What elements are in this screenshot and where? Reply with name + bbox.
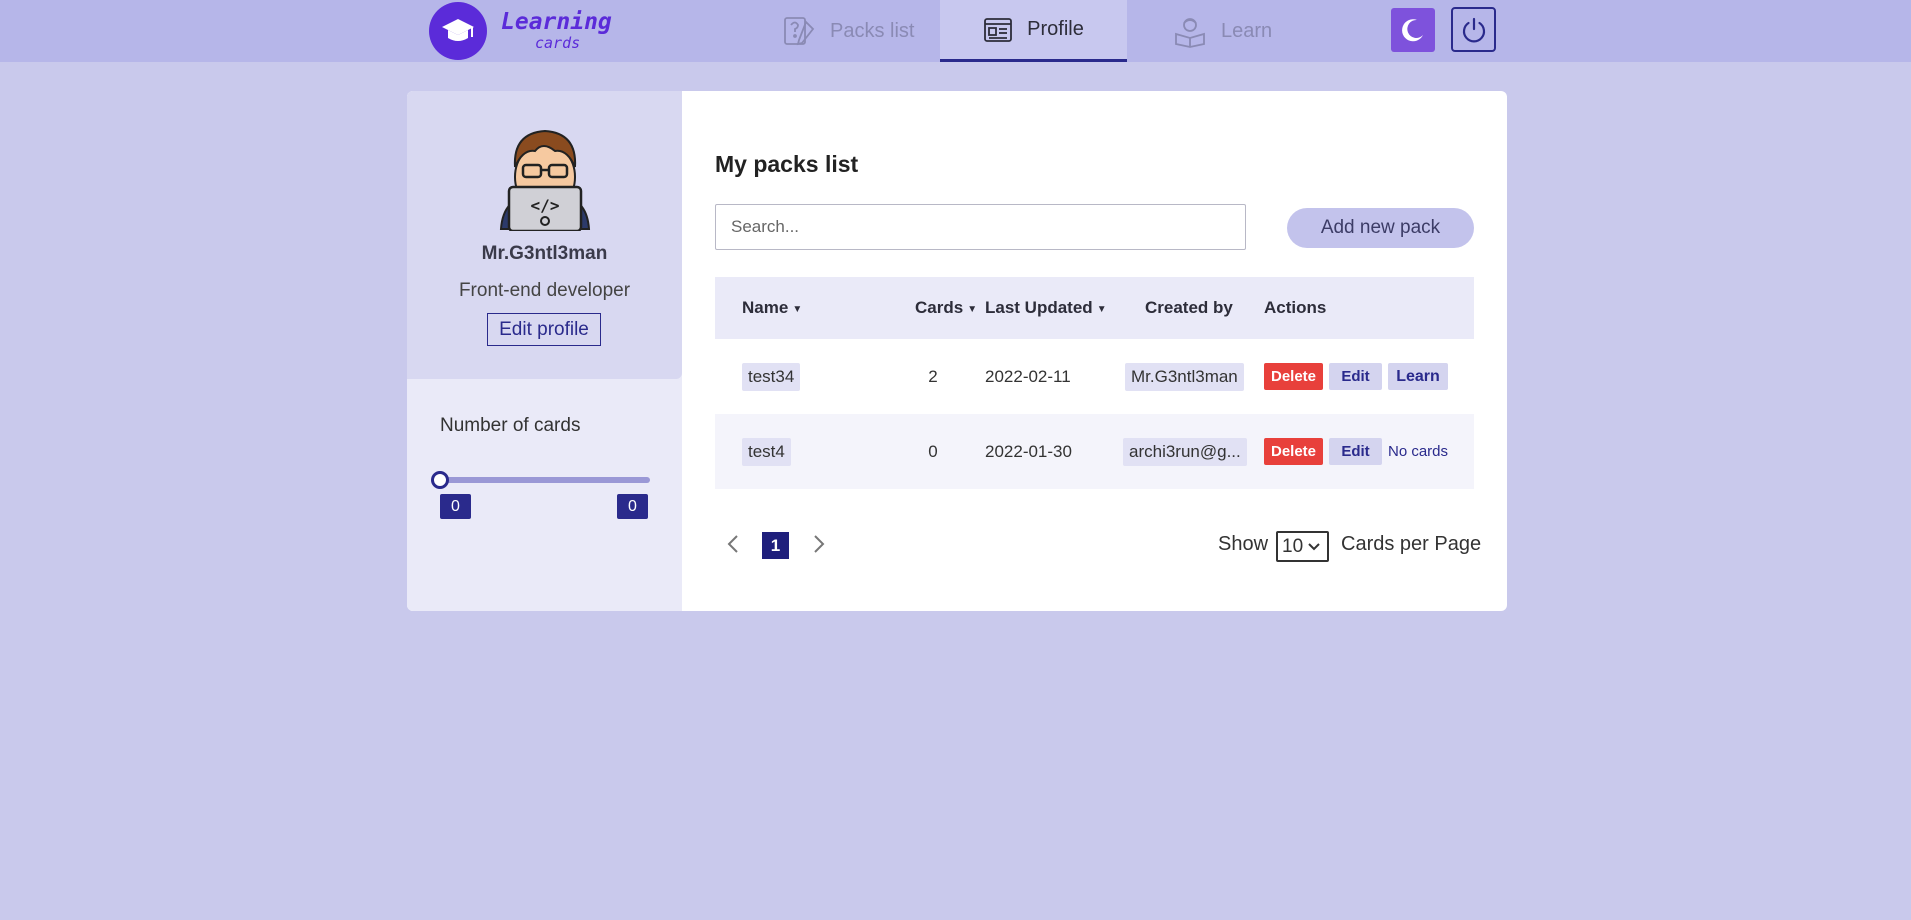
pack-last-updated: 2022-01-30 <box>985 441 1072 461</box>
profile-icon <box>984 17 1013 42</box>
logo-title: Learning <box>501 9 612 35</box>
column-actions-label: Actions <box>1264 298 1327 317</box>
delete-pack-button[interactable]: Delete <box>1264 363 1323 390</box>
column-actions: Actions <box>1264 298 1326 318</box>
pagination-next-icon[interactable] <box>811 532 827 563</box>
learn-icon <box>1175 18 1205 48</box>
edit-pack-button[interactable]: Edit <box>1329 438 1382 465</box>
column-name-label: Name <box>742 298 789 317</box>
column-name[interactable]: Name ▼ <box>742 298 802 318</box>
profile-role: Front-end developer <box>458 280 631 301</box>
column-cards-label: Cards <box>915 298 964 317</box>
delete-pack-button[interactable]: Delete <box>1264 438 1323 465</box>
table-row: test4 0 2022-01-30 archi3run@g... Delete… <box>715 414 1474 489</box>
table-row: test34 2 2022-02-11 Mr.G3ntl3man Delete … <box>715 339 1474 414</box>
edit-pack-button[interactable]: Edit <box>1329 363 1382 390</box>
column-last-updated[interactable]: Last Updated ▼ <box>985 298 1107 318</box>
column-cards[interactable]: Cards ▼ <box>915 298 977 318</box>
per-page-select[interactable]: 10 <box>1276 531 1329 562</box>
tab-learn[interactable]: Learn <box>1173 0 1272 62</box>
avatar: </> <box>499 129 591 231</box>
learn-pack-button[interactable]: Learn <box>1388 363 1448 390</box>
power-icon <box>1462 17 1485 42</box>
profile-info: </> Mr.G3ntl3man Front-end developer Edi… <box>407 91 682 379</box>
per-page-value: 10 <box>1282 535 1304 557</box>
show-label: Show <box>1218 533 1269 555</box>
profile-sidebar: </> Mr.G3ntl3man Front-end developer Edi… <box>407 91 682 611</box>
tab-packs-list-label: Packs list <box>830 19 915 42</box>
pack-created-by: archi3run@g... <box>1123 437 1247 466</box>
theme-toggle-button[interactable] <box>1391 8 1435 52</box>
slider-max-value: 0 <box>617 494 648 519</box>
pack-created-by: Mr.G3ntl3man <box>1125 362 1244 391</box>
edit-profile-button[interactable]: Edit profile <box>487 313 601 346</box>
profile-name: Mr.G3ntl3man <box>481 243 608 264</box>
slider-min-value: 0 <box>440 494 471 519</box>
tab-learn-label: Learn <box>1221 19 1273 42</box>
tab-profile-label: Profile <box>1027 18 1084 40</box>
pack-cards-count: 2 <box>928 366 938 386</box>
logout-button[interactable] <box>1451 7 1496 52</box>
pack-cards-count: 0 <box>928 441 938 461</box>
graduation-cap-icon <box>429 2 487 60</box>
column-last-updated-label: Last Updated <box>985 298 1093 317</box>
tab-profile[interactable]: Profile <box>940 0 1127 62</box>
pack-name[interactable]: test4 <box>742 437 791 466</box>
top-navbar: Learning cards Packs list Profile Learn <box>0 0 1911 62</box>
packs-icon <box>784 17 815 46</box>
sort-arrow-icon: ▼ <box>967 303 978 315</box>
logo[interactable]: Learning cards <box>429 2 612 60</box>
cards-per-page-label: Cards per Page <box>1341 533 1482 555</box>
card-count-filter-title: Number of cards <box>440 415 581 436</box>
page-title: My packs list <box>715 151 859 177</box>
packs-table: Name ▼ Cards ▼ Last Updated ▼ Created by Ac… <box>715 277 1474 489</box>
pagination-prev-icon[interactable] <box>725 532 741 563</box>
chevron-down-icon <box>1308 542 1320 550</box>
svg-text:</>: </> <box>531 196 560 215</box>
sort-arrow-icon: ▼ <box>1096 303 1107 315</box>
pagination-page[interactable]: 1 <box>762 532 789 559</box>
profile-card: </> Mr.G3ntl3man Front-end developer Edi… <box>407 91 1507 611</box>
tab-packs-list[interactable]: Packs list <box>782 0 914 62</box>
pack-name[interactable]: test34 <box>742 362 801 391</box>
column-created-by: Created by <box>1145 298 1233 318</box>
moon-icon <box>1402 19 1423 42</box>
no-cards-label: No cards <box>1388 443 1449 460</box>
add-new-pack-button[interactable]: Add new pack <box>1287 208 1474 248</box>
column-created-by-label: Created by <box>1145 298 1233 317</box>
card-count-slider-track[interactable] <box>440 477 650 483</box>
sort-arrow-icon: ▼ <box>792 303 803 315</box>
table-header: Name ▼ Cards ▼ Last Updated ▼ Created by Ac… <box>715 277 1474 339</box>
logo-subtitle: cards <box>535 34 581 52</box>
search-input[interactable] <box>715 204 1246 250</box>
card-count-slider-thumb[interactable] <box>431 471 449 489</box>
pack-last-updated: 2022-02-11 <box>985 366 1071 386</box>
